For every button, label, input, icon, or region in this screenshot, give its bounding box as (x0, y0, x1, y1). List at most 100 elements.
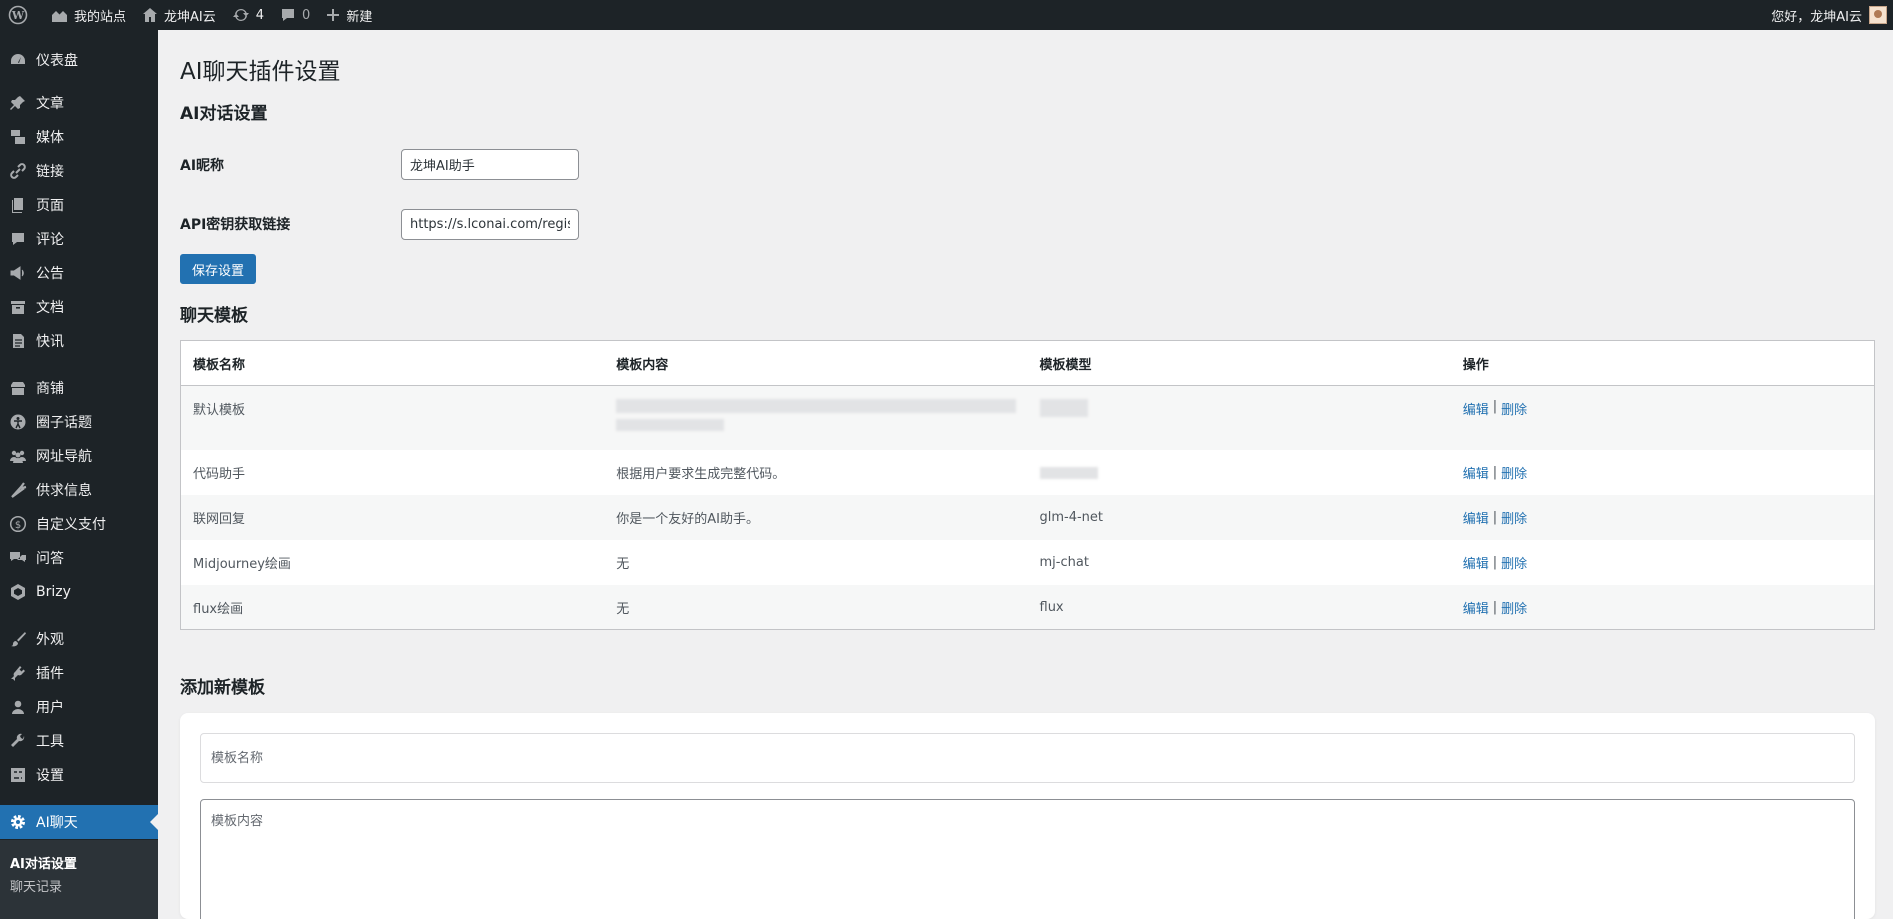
plus-icon (327, 9, 340, 21)
template-name-cell: Midjourney绘画 (193, 557, 291, 572)
sidebar-item-label: 评论 (36, 232, 64, 248)
sidebar-item-qa[interactable]: 问答 (0, 541, 158, 575)
sidebar-item-media[interactable]: 媒体 (0, 120, 158, 154)
ai-nickname-label: AI昵称 (180, 158, 225, 174)
wordpress-logo-link[interactable]: W (0, 0, 42, 30)
sidebar-item-label: 外观 (36, 632, 64, 648)
sidebar-item-pages[interactable]: 页面 (0, 188, 158, 222)
template-actions-cell: 编辑 | 删除 (1462, 598, 1528, 617)
sidebar-item-label: 问答 (36, 551, 64, 567)
sidebar-item-label: 网址导航 (36, 449, 92, 465)
accessibility-icon (8, 412, 28, 432)
site-name-label: 龙坤AI云 (164, 9, 216, 25)
sidebar-item-appearance[interactable]: 外观 (0, 622, 158, 656)
main-content: AI聊天插件设置 AI对话设置 AI昵称 API密钥获取链接 保存设置 聊天模板… (158, 30, 1893, 919)
page-title: AI聊天插件设置 (180, 59, 341, 85)
template-model-cell: mj-chat (1039, 555, 1089, 570)
template-name-input[interactable] (200, 733, 1855, 783)
comment-icon (8, 229, 28, 249)
svg-text:$: $ (15, 520, 21, 531)
sidebar-item-circle-topics[interactable]: 圈子话题 (0, 405, 158, 439)
template-model-cell (1028, 450, 1451, 495)
sidebar-item-label: 快讯 (36, 334, 64, 350)
template-name-cell: 联网回复 (193, 512, 246, 527)
sidebar-item-settings[interactable]: 设置 (0, 758, 158, 792)
site-name-link[interactable]: 龙坤AI云 (134, 0, 224, 30)
edit-link[interactable]: 编辑 (1463, 553, 1489, 572)
column-header-model: 模板模型 (1039, 357, 1092, 373)
archive-icon (8, 297, 28, 317)
pin-icon (8, 93, 28, 113)
submenu-item-ai-dialog-settings[interactable]: AI对话设置 (10, 853, 77, 872)
sidebar-item-supply-demand[interactable]: 供求信息 (0, 473, 158, 507)
table-row: 代码助手 根据用户要求生成完整代码。 编辑 | 删除 (181, 450, 1874, 495)
greeting-text: 您好，龙坤AI云 (1771, 9, 1862, 25)
new-content-label: 新建 (346, 9, 373, 25)
sites-icon (52, 11, 67, 22)
my-sites-label: 我的站点 (74, 9, 127, 25)
wrench-icon (8, 731, 28, 751)
section-title-chat-templates: 聊天模板 (180, 306, 248, 326)
template-content-textarea[interactable] (200, 799, 1855, 919)
table-header-row: 模板名称 模板内容 模板模型 操作 (181, 341, 1874, 386)
sidebar-item-label: 公告 (36, 266, 64, 282)
my-sites-link[interactable]: 我的站点 (42, 0, 134, 30)
my-account-link[interactable]: 您好，龙坤AI云 (1771, 0, 1893, 30)
document-icon (8, 331, 28, 351)
ai-nickname-input[interactable] (401, 149, 579, 180)
updates-link[interactable]: 4 (224, 0, 272, 30)
sidebar-item-comments[interactable]: 评论 (0, 222, 158, 256)
avatar (1869, 6, 1887, 24)
table-row: Midjourney绘画 无 mj-chat 编辑 | 删除 (181, 540, 1874, 585)
brizy-icon (8, 582, 28, 602)
sidebar-item-label: 文章 (36, 96, 64, 112)
column-header-content: 模板内容 (616, 357, 669, 373)
sidebar-item-tools[interactable]: 工具 (0, 724, 158, 758)
sidebar-item-brizy[interactable]: Brizy (0, 575, 158, 609)
save-settings-button[interactable]: 保存设置 (180, 254, 257, 284)
edit-link[interactable]: 编辑 (1463, 399, 1489, 418)
sidebar-item-label: 供求信息 (36, 483, 92, 499)
comments-count: 0 (302, 7, 311, 23)
template-model-cell: flux (1039, 599, 1064, 615)
sidebar-item-posts[interactable]: 文章 (0, 86, 158, 120)
delete-link[interactable]: 删除 (1501, 463, 1527, 482)
sidebar-item-news[interactable]: 快讯 (0, 324, 158, 358)
sidebar-item-label: AI聊天 (36, 815, 78, 831)
sidebar-item-store[interactable]: 商铺 (0, 371, 158, 405)
edit-link[interactable]: 编辑 (1463, 463, 1489, 482)
groups-icon (8, 446, 28, 466)
sidebar-item-label: 媒体 (36, 130, 64, 146)
sidebar-item-plugins[interactable]: 插件 (0, 656, 158, 690)
comment-bubble-icon (282, 9, 295, 21)
delete-link[interactable]: 删除 (1501, 399, 1527, 418)
sidebar-item-docs[interactable]: 文档 (0, 290, 158, 324)
edit-link[interactable]: 编辑 (1463, 598, 1489, 617)
template-actions-cell: 编辑 | 删除 (1462, 553, 1528, 572)
submenu-item-chat-history[interactable]: 聊天记录 (10, 876, 62, 895)
redacted-model (1039, 466, 1098, 479)
comments-link[interactable]: 0 (272, 0, 318, 30)
delete-link[interactable]: 删除 (1501, 508, 1527, 527)
dollar-icon: $ (8, 514, 28, 534)
sidebar-item-label: 插件 (36, 666, 64, 682)
sidebar-item-links[interactable]: 链接 (0, 154, 158, 188)
sidebar-item-announcements[interactable]: 公告 (0, 256, 158, 290)
edit-link[interactable]: 编辑 (1463, 508, 1489, 527)
template-actions-cell: 编辑 | 删除 (1462, 508, 1528, 527)
sidebar-item-ai-chat[interactable]: AI聊天 (0, 805, 158, 839)
dashboard-icon (8, 50, 28, 70)
sidebar-item-label: 页面 (36, 198, 64, 214)
sidebar-item-users[interactable]: 用户 (0, 690, 158, 724)
template-content-cell: 无 (616, 557, 630, 572)
new-content-link[interactable]: 新建 (318, 0, 380, 30)
store-icon (8, 378, 28, 398)
template-content-cell: 无 (616, 601, 630, 617)
api-key-link-label: API密钥获取链接 (180, 217, 291, 233)
sidebar-item-url-nav[interactable]: 网址导航 (0, 439, 158, 473)
delete-link[interactable]: 删除 (1501, 553, 1527, 572)
api-key-link-input[interactable] (401, 209, 579, 240)
delete-link[interactable]: 删除 (1501, 598, 1527, 617)
sidebar-item-dashboard[interactable]: 仪表盘 (0, 43, 158, 77)
sidebar-item-custom-payment[interactable]: $ 自定义支付 (0, 507, 158, 541)
